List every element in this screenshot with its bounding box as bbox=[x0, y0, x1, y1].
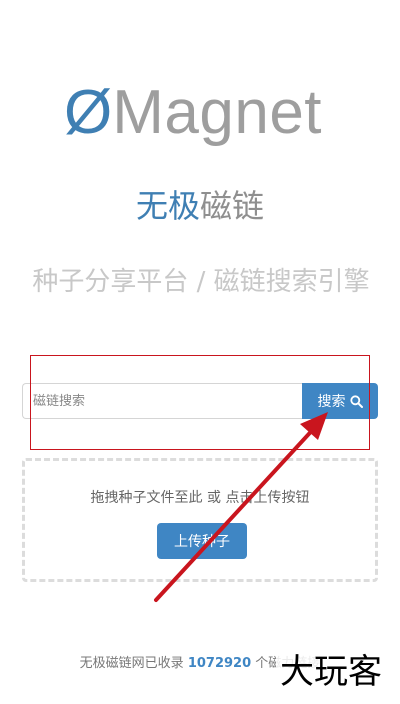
subtitle-part1: 无极 bbox=[135, 187, 200, 225]
search-input[interactable] bbox=[22, 383, 302, 419]
search-button-label: 搜索 bbox=[317, 394, 346, 410]
footer-prefix: 无极磁链网已收录 bbox=[79, 656, 184, 671]
search-icon bbox=[349, 394, 363, 408]
upload-dropzone[interactable]: 拖拽种子文件至此 或 点击上传按钮 上传种子 bbox=[22, 458, 378, 582]
dropzone-hint: 拖拽种子文件至此 或 点击上传按钮 bbox=[90, 490, 310, 506]
search-bar: 搜索 bbox=[22, 383, 378, 419]
site-subtitle: 无极磁链 bbox=[0, 186, 400, 226]
magnet-logo-icon: Ø bbox=[64, 78, 113, 147]
upload-button[interactable]: 上传种子 bbox=[157, 523, 247, 559]
footer-count: 1072920 bbox=[187, 656, 252, 671]
logo-text: Magnet bbox=[112, 78, 323, 147]
logo: Ø Magnet bbox=[64, 82, 322, 144]
page: Ø Magnet 无极磁链 种子分享平台 / 磁链搜索引擎 搜索 拖拽种子文件至… bbox=[0, 0, 400, 704]
watermark: 大玩客 bbox=[276, 650, 386, 694]
tagline: 种子分享平台 / 磁链搜索引擎 bbox=[32, 267, 370, 297]
search-button[interactable]: 搜索 bbox=[302, 383, 378, 419]
subtitle-part2: 磁链 bbox=[200, 187, 265, 225]
